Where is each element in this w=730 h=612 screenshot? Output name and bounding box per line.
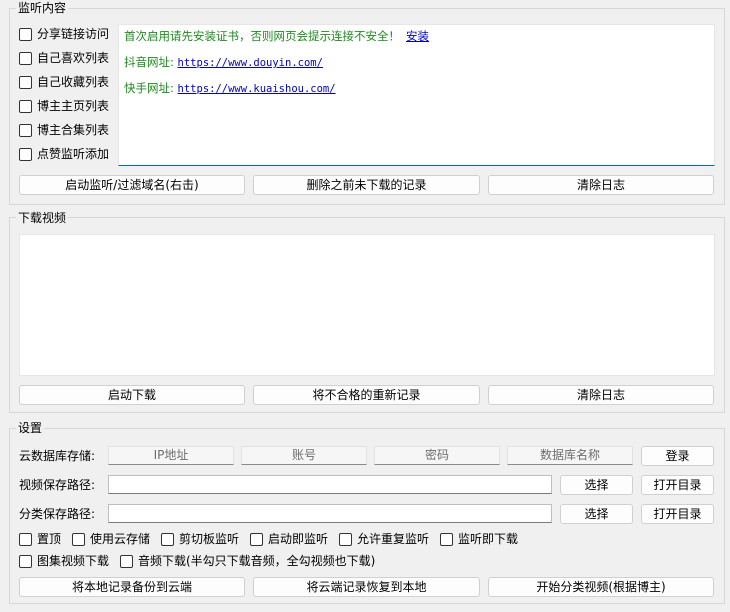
option-label: 启动即监听 <box>268 532 329 546</box>
category-path-choose-button[interactable]: 选择 <box>560 504 633 524</box>
option-label: 音频下载(半勾只下载音频，全勾视频也下载) <box>138 554 376 568</box>
checkbox-icon[interactable] <box>72 532 85 546</box>
log-line-kuaishou: 快手网址: https://www.kuaishou.com/ <box>124 80 336 97</box>
option-label: 自己收藏列表 <box>37 75 110 89</box>
option-my-favorites[interactable]: 自己收藏列表 <box>19 75 109 89</box>
kuaishou-label: 快手网址: <box>124 81 174 95</box>
clear-download-log-button[interactable]: 清除日志 <box>488 385 714 405</box>
checkbox-icon[interactable] <box>339 532 352 546</box>
option-label: 自己喜欢列表 <box>37 51 110 65</box>
checkbox-icon[interactable] <box>19 75 32 89</box>
option-label: 监听即下载 <box>458 532 519 546</box>
password-input[interactable]: 密码 <box>374 446 500 465</box>
video-path-open-dir-button[interactable]: 打开目录 <box>641 475 714 495</box>
option-label: 博主合集列表 <box>37 123 110 137</box>
video-path-label: 视频保存路径: <box>19 478 96 492</box>
option-clipboard-monitor[interactable]: 剪切板监听 <box>161 532 239 546</box>
checkbox-icon[interactable] <box>19 99 32 113</box>
checkbox-icon[interactable] <box>19 27 32 41</box>
option-download-on-monitor[interactable]: 监听即下载 <box>440 532 518 546</box>
cert-notice-text: 首次启用请先安装证书，否则网页会提示连接不安全！ <box>124 29 400 43</box>
option-label: 允许重复监听 <box>357 532 430 546</box>
option-pin-top[interactable]: 置顶 <box>19 532 61 546</box>
account-input[interactable]: 账号 <box>241 446 367 465</box>
monitor-log[interactable]: 首次启用请先安装证书，否则网页会提示连接不安全！ 安装 抖音网址: https:/… <box>118 24 715 166</box>
checkbox-icon[interactable] <box>440 532 453 546</box>
kuaishou-url-link[interactable]: https://www.kuaishou.com/ <box>178 83 336 95</box>
option-label: 置顶 <box>37 532 62 546</box>
settings-group-title: 设置 <box>16 421 45 435</box>
checkbox-icon[interactable] <box>19 147 32 161</box>
option-label: 博主主页列表 <box>37 99 110 113</box>
database-name-input[interactable]: 数据库名称 <box>507 446 633 465</box>
option-label: 剪切板监听 <box>179 532 240 546</box>
checkbox-icon[interactable] <box>120 554 133 568</box>
classify-videos-button[interactable]: 开始分类视频(根据博主) <box>488 577 714 597</box>
monitor-group-title: 监听内容 <box>16 1 69 15</box>
checkbox-icon[interactable] <box>250 532 263 546</box>
start-monitor-button[interactable]: 启动监听/过滤域名(右击) <box>19 175 245 195</box>
start-download-button[interactable]: 启动下载 <box>19 385 245 405</box>
cloud-storage-label: 云数据库存储: <box>19 449 96 463</box>
option-gallery-video-download[interactable]: 图集视频下载 <box>19 554 109 568</box>
option-blogger-home[interactable]: 博主主页列表 <box>19 99 109 113</box>
delete-undownloaded-button[interactable]: 删除之前未下载的记录 <box>253 175 480 195</box>
download-group-title: 下载视频 <box>16 211 69 225</box>
option-allow-duplicate[interactable]: 允许重复监听 <box>339 532 429 546</box>
login-button[interactable]: 登录 <box>641 446 714 466</box>
video-path-input[interactable] <box>108 475 552 494</box>
option-share-link[interactable]: 分享链接访问 <box>19 27 109 41</box>
rerecord-invalid-button[interactable]: 将不合格的重新记录 <box>253 385 480 405</box>
option-my-likes[interactable]: 自己喜欢列表 <box>19 51 109 65</box>
install-cert-link[interactable]: 安装 <box>406 29 429 43</box>
douyin-url-link[interactable]: https://www.douyin.com/ <box>178 57 323 69</box>
category-path-label: 分类保存路径: <box>19 507 96 521</box>
category-path-open-dir-button[interactable]: 打开目录 <box>641 504 714 524</box>
option-blogger-collection[interactable]: 博主合集列表 <box>19 123 109 137</box>
option-label: 图集视频下载 <box>37 554 110 568</box>
download-log[interactable] <box>19 234 715 376</box>
log-line-cert: 首次启用请先安装证书，否则网页会提示连接不安全！ 安装 <box>124 28 429 44</box>
option-use-cloud[interactable]: 使用云存储 <box>72 532 150 546</box>
checkbox-icon[interactable] <box>19 554 32 568</box>
log-line-douyin: 抖音网址: https://www.douyin.com/ <box>124 54 323 71</box>
clear-monitor-log-button[interactable]: 清除日志 <box>488 175 714 195</box>
option-audio-download[interactable]: 音频下载(半勾只下载音频，全勾视频也下载) <box>120 554 375 568</box>
restore-from-cloud-button[interactable]: 将云端记录恢复到本地 <box>253 577 480 597</box>
checkbox-icon[interactable] <box>19 123 32 137</box>
checkbox-icon[interactable] <box>161 532 174 546</box>
option-label: 点赞监听添加 <box>37 147 110 161</box>
option-monitor-on-start[interactable]: 启动即监听 <box>250 532 328 546</box>
category-path-input[interactable] <box>108 504 552 523</box>
option-label: 使用云存储 <box>90 532 151 546</box>
video-path-choose-button[interactable]: 选择 <box>560 475 633 495</box>
douyin-label: 抖音网址: <box>124 55 174 69</box>
option-like-monitor[interactable]: 点赞监听添加 <box>19 147 109 161</box>
backup-to-cloud-button[interactable]: 将本地记录备份到云端 <box>19 577 245 597</box>
checkbox-icon[interactable] <box>19 532 32 546</box>
checkbox-icon[interactable] <box>19 51 32 65</box>
option-label: 分享链接访问 <box>37 27 110 41</box>
ip-address-input[interactable]: IP地址 <box>108 446 234 465</box>
